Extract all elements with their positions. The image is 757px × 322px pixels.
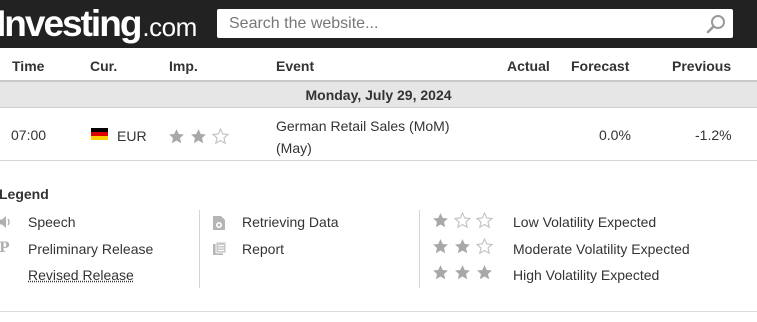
date-label: Monday, July 29, 2024 xyxy=(305,87,452,103)
legend-low-volatility: Low Volatility Expected xyxy=(513,214,657,230)
legend-divider xyxy=(419,210,420,288)
star-filled-icon xyxy=(433,265,448,280)
speaker-icon xyxy=(0,214,12,235)
star-filled-icon xyxy=(169,128,184,143)
column-header-time[interactable]: Time xyxy=(12,58,44,74)
star-filled-icon xyxy=(433,213,448,228)
importance-stars xyxy=(168,127,234,145)
legend-preliminary-release: Preliminary Release xyxy=(28,241,154,257)
retrieving-data-icon xyxy=(212,215,226,236)
legend-high-volatility: High Volatility Expected xyxy=(513,267,660,283)
event-previous: -1.2% xyxy=(695,127,732,143)
event-name[interactable]: German Retail Sales (MoM) (May) xyxy=(276,115,450,159)
report-icon xyxy=(212,241,227,261)
star-filled-icon xyxy=(455,239,470,254)
column-header-event[interactable]: Event xyxy=(276,58,314,74)
legend-moderate-volatility: Moderate Volatility Expected xyxy=(513,241,690,257)
legend-report: Report xyxy=(242,241,285,257)
star-empty-icon xyxy=(476,238,493,255)
legend-retrieving-data: Retrieving Data xyxy=(242,214,339,230)
star-filled-icon xyxy=(477,265,492,280)
event-time: 07:00 xyxy=(11,127,47,143)
event-currency: EUR xyxy=(117,128,147,144)
star-filled-icon xyxy=(455,265,470,280)
legend-title: Legend xyxy=(0,186,49,202)
event-name-line1: German Retail Sales (MoM) xyxy=(276,118,450,134)
star-filled-icon xyxy=(433,239,448,254)
date-row: Monday, July 29, 2024 xyxy=(0,82,757,108)
column-header-currency[interactable]: Cur. xyxy=(90,58,117,74)
column-header-forecast[interactable]: Forecast xyxy=(571,58,629,74)
low-volatility-stars-icon xyxy=(432,212,498,230)
star-empty-icon xyxy=(476,212,493,229)
star-empty-icon xyxy=(454,212,471,229)
column-header-actual[interactable]: Actual xyxy=(507,58,550,74)
calendar-table-header: Time Cur. Imp. Event Actual Forecast Pre… xyxy=(0,48,757,82)
column-header-importance[interactable]: Imp. xyxy=(169,58,198,74)
event-name-line2: (May) xyxy=(276,140,312,156)
bottom-divider xyxy=(0,311,757,312)
germany-flag-icon xyxy=(91,128,108,140)
legend-revised-release: Revised Release xyxy=(28,267,134,283)
legend-divider xyxy=(199,210,200,288)
high-volatility-stars-icon xyxy=(432,264,498,282)
moderate-volatility-stars-icon xyxy=(432,238,498,256)
site-header: Investing.com xyxy=(0,0,757,48)
star-empty-icon xyxy=(212,127,229,145)
star-filled-icon xyxy=(191,128,206,143)
search-icon[interactable] xyxy=(705,13,727,35)
search-input[interactable] xyxy=(217,9,697,38)
search-box xyxy=(217,9,733,38)
logo-suffix: .com xyxy=(142,12,197,42)
column-header-previous[interactable]: Previous xyxy=(672,58,731,74)
logo-brand: Investing xyxy=(0,3,142,44)
legend-speech: Speech xyxy=(28,214,76,230)
event-forecast: 0.0% xyxy=(599,127,631,143)
table-row[interactable]: 07:00 EUR German Retail Sales (MoM) (May… xyxy=(0,108,757,161)
investing-logo[interactable]: Investing.com xyxy=(0,2,197,46)
preliminary-p-icon: P xyxy=(0,240,10,256)
